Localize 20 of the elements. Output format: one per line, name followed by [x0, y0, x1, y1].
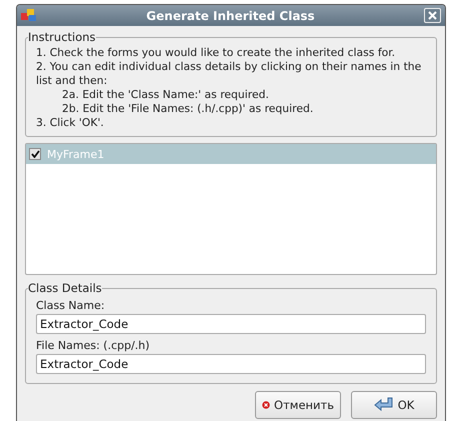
group-legend: Class Details — [28, 281, 102, 295]
cancel-button[interactable]: Отменить — [255, 391, 341, 419]
file-names-field[interactable]: Extractor_Code — [36, 354, 426, 374]
instruction-line: 3. Click 'OK'. — [36, 116, 105, 130]
field-label: Class Name: — [36, 299, 106, 312]
form-name: MyFrame1 — [47, 148, 104, 160]
app-icon — [21, 8, 37, 22]
window-title: Generate Inherited Class — [145, 8, 316, 22]
return-arrow-icon — [374, 397, 394, 413]
instruction-line: 2. You can edit individual class details by clicking on their names in the list and then: — [36, 60, 422, 88]
field-label: File Names: (.cpp/.h) — [36, 339, 151, 352]
instruction-line: 2a. Edit the 'Class Name:' as required. — [61, 88, 270, 102]
instruction-line: 2b. Edit the 'File Names: (.h/.cpp)' as required. — [61, 102, 314, 116]
ok-button[interactable]: OK — [351, 391, 437, 419]
close-button[interactable] — [424, 8, 441, 23]
checkbox[interactable] — [29, 148, 41, 160]
instruction-line: 1. Check the forms you would like to create the inherited class for. — [36, 46, 396, 60]
group-legend: Instructions — [28, 30, 96, 44]
class-name-field[interactable]: Extractor_Code — [36, 314, 426, 334]
close-icon — [428, 11, 437, 20]
